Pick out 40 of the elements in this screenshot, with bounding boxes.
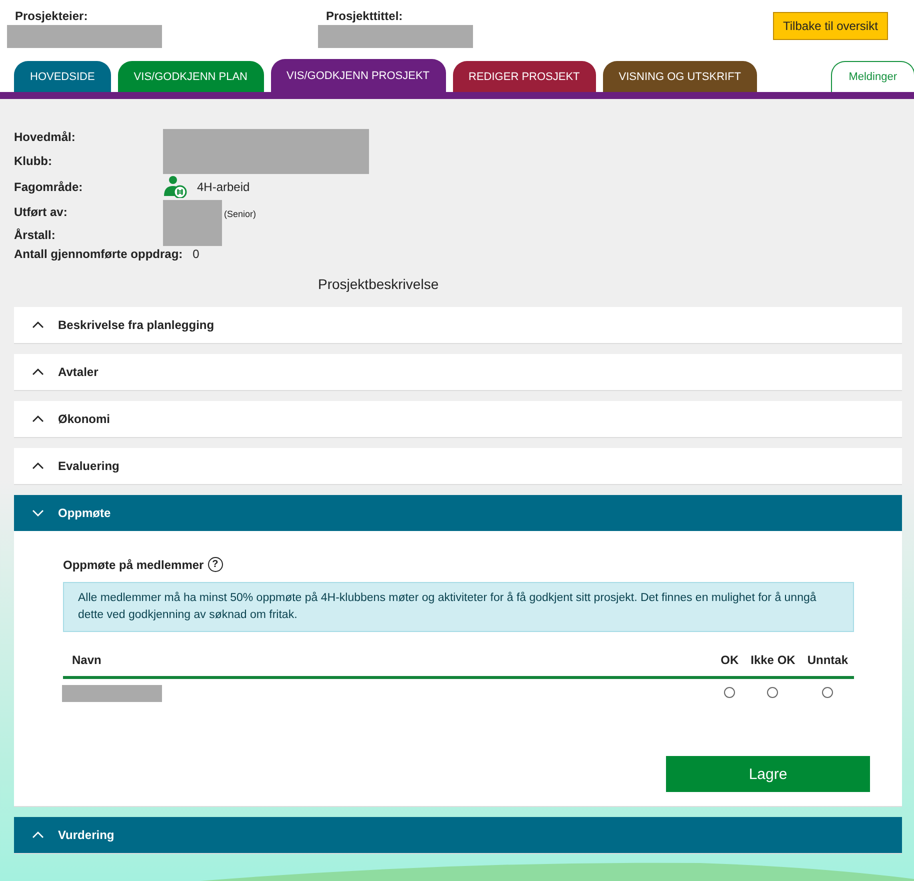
chevron-down-icon <box>32 509 44 517</box>
owner-label: Prosjekteier: <box>14 9 89 23</box>
tab[interactable]: HOVEDSIDE <box>14 61 111 92</box>
field-value: 4H-arbeid <box>197 180 250 194</box>
title-label: Prosjekttittel: <box>325 9 404 23</box>
info-notice: Alle medlemmer må ha minst 50% oppmøte på 4H-klubbens møter og aktiviteter for å få godkjent sitt prosjekt. Det finnes en mulighet for å unngå dette ved godkjenning av søknad om fritak. <box>63 582 854 632</box>
count-label: Antall gjennomførte oppdrag: <box>14 247 183 261</box>
radio-button[interactable] <box>724 686 736 698</box>
field-label: Fagområde: <box>14 180 84 194</box>
goal-label: Hovedmål: <box>14 130 76 144</box>
chevron-up-icon <box>32 415 44 423</box>
tab[interactable]: VISNING OG UTSKRIFT <box>602 61 758 92</box>
count-value: 0 <box>192 247 200 261</box>
chevron-up-icon <box>32 368 44 376</box>
column-header: Navn <box>63 650 715 678</box>
tab[interactable]: REDIGER PROSJEKT <box>452 61 596 92</box>
chevron-up-icon <box>32 462 44 470</box>
column-header: OK <box>714 650 745 678</box>
accordion-header[interactable]: Oppmøte <box>14 495 902 531</box>
person-clover-icon <box>163 176 187 198</box>
help-icon[interactable]: ? <box>208 557 223 572</box>
tab[interactable]: VIS/GODKJENN PROSJEKT <box>270 59 446 92</box>
accordion-header[interactable]: Vurdering <box>14 817 902 853</box>
done-by-label: Utført av: <box>14 204 68 218</box>
club-label: Klubb: <box>14 154 53 168</box>
radio-button[interactable] <box>822 686 834 698</box>
radio-button[interactable] <box>767 686 778 698</box>
chevron-up-icon <box>32 321 44 329</box>
year-label: Årstall: <box>14 228 56 242</box>
attendance-title: Oppmøte på medlemmer <box>63 558 204 572</box>
redacted-field <box>163 200 222 246</box>
messages-tab[interactable]: Meldinger <box>830 61 914 92</box>
save-button[interactable]: Lagre <box>666 756 870 792</box>
column-header: Unntak <box>801 650 854 678</box>
column-header: Ikke OK <box>744 650 802 678</box>
section-heading: Prosjektbeskrivelse <box>318 276 440 292</box>
level-note: (Senior) <box>224 209 256 219</box>
chevron-up-icon <box>32 831 44 839</box>
tab[interactable]: VIS/GODKJENN PLAN <box>118 61 264 92</box>
back-button[interactable]: Tilbake til oversikt <box>773 12 888 40</box>
